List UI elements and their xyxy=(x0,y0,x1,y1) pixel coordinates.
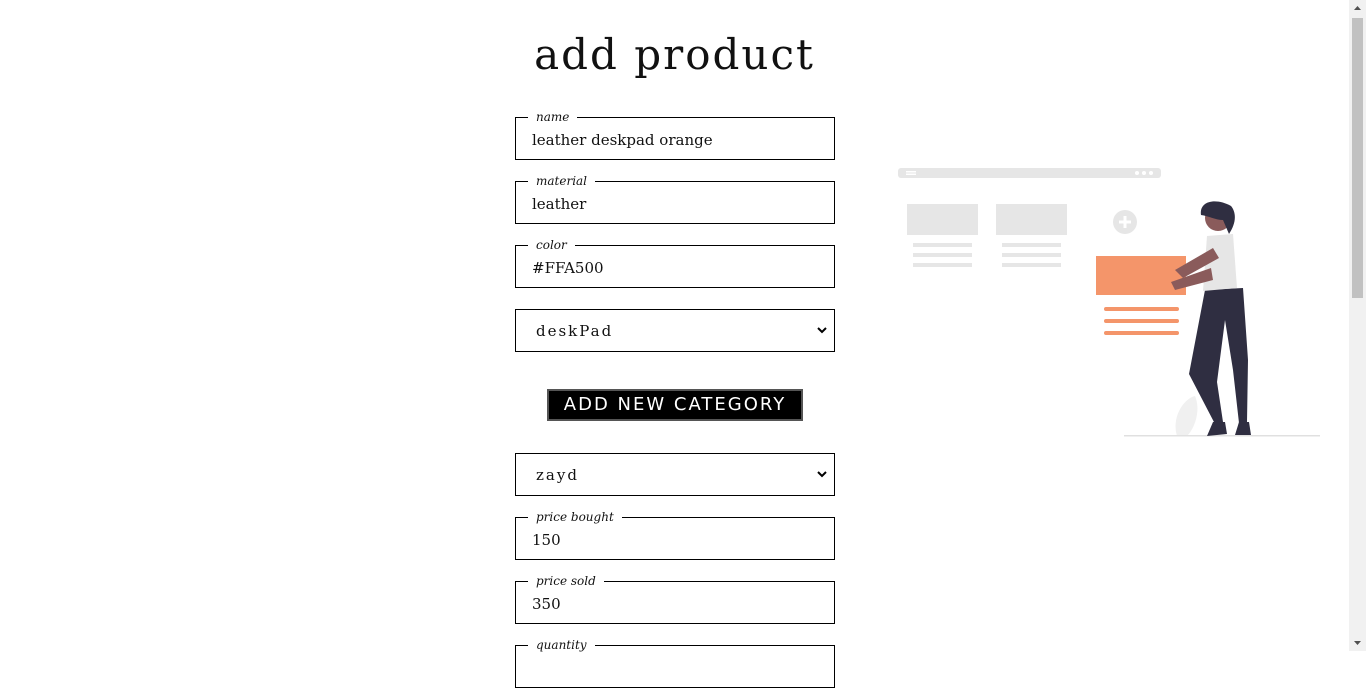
price-bought-label: price bought xyxy=(528,509,622,525)
category-select-value: deskPad xyxy=(536,322,614,340)
name-input[interactable]: leather deskpad orange xyxy=(532,131,713,149)
price-sold-label: price sold xyxy=(528,573,604,589)
material-label: material xyxy=(528,173,596,189)
price-sold-input[interactable]: 350 xyxy=(532,595,561,613)
name-label: name xyxy=(528,109,578,125)
price-sold-field[interactable]: price sold 350 xyxy=(515,573,835,624)
scroll-up-arrow-icon[interactable] xyxy=(1353,4,1362,13)
color-label: color xyxy=(528,237,575,253)
chevron-down-icon xyxy=(817,471,827,478)
quantity-field[interactable]: quantity xyxy=(515,637,835,688)
name-field[interactable]: name leather deskpad orange xyxy=(515,109,835,160)
supplier-select-value: zayd xyxy=(536,466,579,484)
scrollbar-thumb[interactable] xyxy=(1352,18,1363,298)
page-title: add product xyxy=(534,30,815,79)
vertical-scrollbar[interactable] xyxy=(1349,0,1366,651)
chevron-down-icon xyxy=(817,327,827,334)
price-bought-input[interactable]: 150 xyxy=(532,531,561,549)
supplier-select[interactable]: zayd xyxy=(515,453,835,496)
price-bought-field[interactable]: price bought 150 xyxy=(515,509,835,560)
category-select[interactable]: deskPad xyxy=(515,309,835,352)
color-field[interactable]: color #FFA500 xyxy=(515,237,835,288)
material-field[interactable]: material leather xyxy=(515,173,835,224)
color-input[interactable]: #FFA500 xyxy=(532,259,604,277)
person-adding-product-illustration xyxy=(898,168,1320,437)
scroll-down-arrow-icon[interactable] xyxy=(1353,638,1362,647)
material-input[interactable]: leather xyxy=(532,195,586,213)
add-new-category-button[interactable]: ADD NEW CATEGORY xyxy=(547,389,803,421)
